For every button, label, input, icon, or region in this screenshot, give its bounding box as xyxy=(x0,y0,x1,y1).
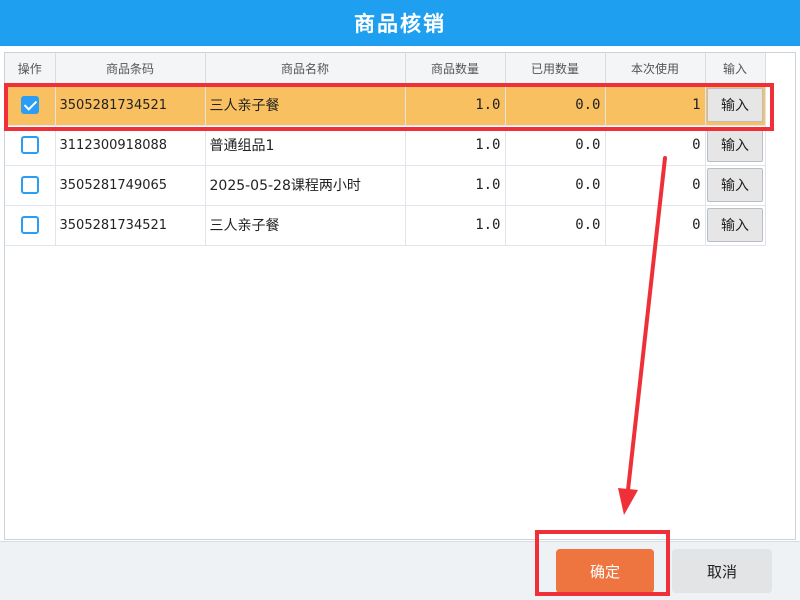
barcode-cell: 3112300918088 xyxy=(55,125,206,166)
table-header-row: 操作 商品条码 商品名称 商品数量 已用数量 本次使用 输入 xyxy=(5,53,766,86)
used-cell: 0.0 xyxy=(505,85,606,126)
use-now-cell[interactable]: 0 xyxy=(605,125,706,166)
row-checkbox[interactable] xyxy=(20,216,39,234)
col-header-use-now: 本次使用 xyxy=(605,53,706,86)
barcode-cell: 3505281734521 xyxy=(55,205,206,246)
row-checkbox[interactable] xyxy=(20,96,39,114)
col-header-action: 操作 xyxy=(5,53,56,86)
dialog-title-bar: 商品核销 xyxy=(0,0,800,46)
cancel-button[interactable]: 取消 xyxy=(672,549,772,593)
col-header-used: 已用数量 xyxy=(505,53,606,86)
used-cell: 0.0 xyxy=(505,125,606,166)
use-now-cell[interactable]: 0 xyxy=(605,165,706,206)
barcode-cell: 3505281749065 xyxy=(55,165,206,206)
barcode-cell: 3505281734521 xyxy=(55,85,206,126)
col-header-name: 商品名称 xyxy=(205,53,406,86)
qty-cell: 1.0 xyxy=(405,125,506,166)
use-now-cell[interactable]: 0 xyxy=(605,205,706,246)
name-cell: 2025-05-28课程两小时 xyxy=(205,165,406,206)
used-cell: 0.0 xyxy=(505,205,606,246)
name-cell: 普通组品1 xyxy=(205,125,406,166)
input-button[interactable]: 输入 xyxy=(707,168,763,202)
table-row[interactable]: 3505281749065 2025-05-28课程两小时 1.0 0.0 0 … xyxy=(5,165,766,206)
product-grid: 操作 商品条码 商品名称 商品数量 已用数量 本次使用 输入 350528173… xyxy=(4,52,796,540)
confirm-button[interactable]: 确定 xyxy=(556,549,654,593)
dialog-footer: 确定 取消 xyxy=(0,541,800,600)
name-cell: 三人亲子餐 xyxy=(205,85,406,126)
used-cell: 0.0 xyxy=(505,165,606,206)
col-header-input: 输入 xyxy=(705,53,766,86)
table-row[interactable]: 3505281734521 三人亲子餐 1.0 0.0 1 输入 xyxy=(5,85,766,126)
table-row[interactable]: 3112300918088 普通组品1 1.0 0.0 0 输入 xyxy=(5,125,766,166)
input-button[interactable]: 输入 xyxy=(707,88,763,122)
input-button[interactable]: 输入 xyxy=(707,128,763,162)
row-checkbox[interactable] xyxy=(20,176,39,194)
input-button[interactable]: 输入 xyxy=(707,208,763,242)
row-checkbox[interactable] xyxy=(20,136,39,154)
name-cell: 三人亲子餐 xyxy=(205,205,406,246)
qty-cell: 1.0 xyxy=(405,85,506,126)
product-table: 操作 商品条码 商品名称 商品数量 已用数量 本次使用 输入 350528173… xyxy=(5,53,766,246)
col-header-barcode: 商品条码 xyxy=(55,53,206,86)
qty-cell: 1.0 xyxy=(405,165,506,206)
col-header-qty: 商品数量 xyxy=(405,53,506,86)
qty-cell: 1.0 xyxy=(405,205,506,246)
dialog-title: 商品核销 xyxy=(354,12,446,36)
table-row[interactable]: 3505281734521 三人亲子餐 1.0 0.0 0 输入 xyxy=(5,205,766,246)
use-now-cell[interactable]: 1 xyxy=(605,85,706,126)
